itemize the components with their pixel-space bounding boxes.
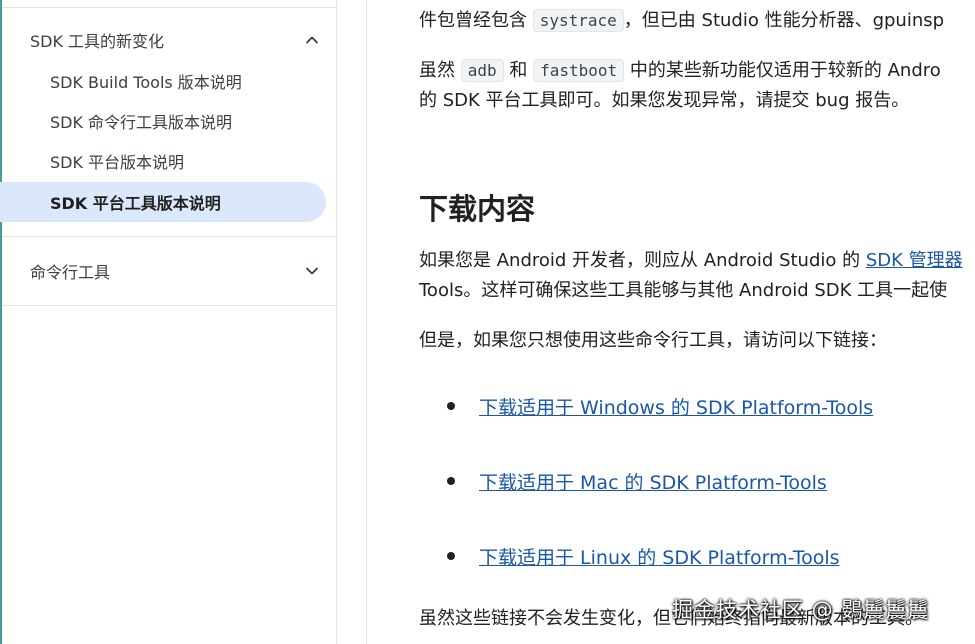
divider xyxy=(2,236,336,237)
page: SDK 工具的新变化 SDK Build Tools 版本说明 SDK 命令行工… xyxy=(0,0,975,644)
paragraph-cmdline-links: 但是，如果您只想使用这些命令行工具，请访问以下链接： xyxy=(419,330,887,351)
code-fastboot: fastboot xyxy=(533,59,625,82)
chevron-down-icon xyxy=(302,261,322,281)
paragraph-adb-fastboot: 虽然 adb 和 fastboot 中的某些新功能仅适用于较新的 Andro xyxy=(419,56,941,86)
paragraph-systrace: 件包曾经包含 systrace ，但已由 Studio 性能分析器、gpuinsp xyxy=(419,6,944,36)
bullet-icon xyxy=(447,552,455,560)
text: 和 xyxy=(503,60,534,81)
section-sdk-tools-toggle[interactable]: SDK 工具的新变化 xyxy=(30,22,326,58)
section-sdk-tools-label: SDK 工具的新变化 xyxy=(30,32,165,51)
bullet-icon xyxy=(447,477,455,485)
sidebar-item-label: SDK 命令行工具版本说明 xyxy=(50,113,233,132)
sidebar-item-platform-notes[interactable]: SDK 平台版本说明 xyxy=(0,141,326,181)
sidebar-item-cmdline-tools-notes[interactable]: SDK 命令行工具版本说明 xyxy=(0,101,326,141)
watermark: 掘金技术社区 @ 鷃鬞鬞鬞 xyxy=(672,598,930,622)
code-adb: adb xyxy=(460,59,504,82)
sidebar-item-label: SDK 平台工具版本说明 xyxy=(50,194,221,213)
section-cmdline-toggle[interactable]: 命令行工具 xyxy=(30,253,326,289)
paragraph-android-dev: 如果您是 Android 开发者，则应从 Android Studio 的 SD… xyxy=(419,246,963,276)
sidebar-nav: SDK 工具的新变化 SDK Build Tools 版本说明 SDK 命令行工… xyxy=(0,0,337,644)
text: 虽然 xyxy=(419,60,461,81)
text: ，但已由 Studio 性能分析器、gpuinsp xyxy=(623,10,945,31)
text: 中的某些新功能仅适用于较新的 Andro xyxy=(624,60,941,81)
section-cmdline-label: 命令行工具 xyxy=(30,263,111,282)
link-download-linux[interactable]: 下载适用于 Linux 的 SDK Platform-Tools xyxy=(479,543,840,570)
chevron-up-icon xyxy=(302,30,322,50)
paragraph-tools-compat: Tools。这样可确保这些工具能够与其他 Android SDK 工具一起使 xyxy=(419,280,948,301)
divider xyxy=(2,305,336,306)
link-sdk-manager[interactable]: SDK 管理器 xyxy=(866,250,963,271)
code-systrace: systrace xyxy=(532,9,624,32)
main-content: 件包曾经包含 systrace ，但已由 Studio 性能分析器、gpuinsp… xyxy=(366,0,975,644)
text: 如果您是 Android 开发者，则应从 Android Studio 的 xyxy=(419,250,866,271)
link-download-windows[interactable]: 下载适用于 Windows 的 SDK Platform-Tools xyxy=(479,393,873,420)
heading-downloads: 下载内容 xyxy=(419,192,536,226)
sidebar-item-label: SDK 平台版本说明 xyxy=(50,153,185,172)
sidebar-item-platform-tools-notes[interactable]: SDK 平台工具版本说明 xyxy=(0,182,326,222)
sidebar-item-build-tools[interactable]: SDK Build Tools 版本说明 xyxy=(0,61,326,101)
bullet-icon xyxy=(447,402,455,410)
paragraph-bug-report: 的 SDK 平台工具即可。如果您发现异常，请提交 bug 报告。 xyxy=(419,90,910,111)
link-download-mac[interactable]: 下载适用于 Mac 的 SDK Platform-Tools xyxy=(479,468,827,495)
sidebar-item-label: SDK Build Tools 版本说明 xyxy=(50,73,242,92)
divider xyxy=(2,7,336,8)
text: 件包曾经包含 xyxy=(419,10,533,31)
